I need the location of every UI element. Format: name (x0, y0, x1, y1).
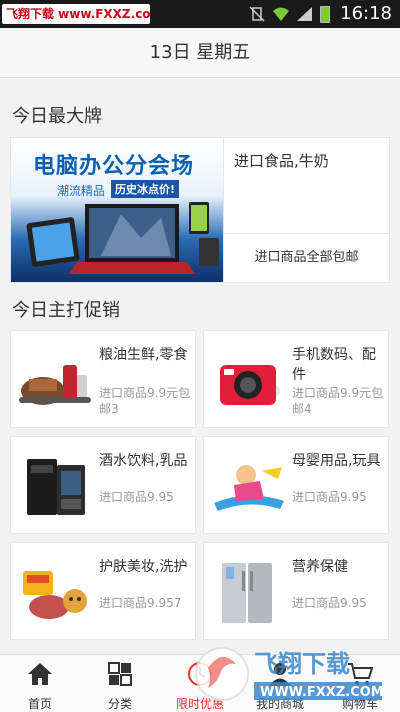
watermark-logo: 飞翔下载 WWW.FXXZ.COM (195, 647, 384, 701)
wifi-icon (273, 7, 289, 21)
brand-banner[interactable]: 电脑办公分会场 潮流精品 历史冰点价! (11, 138, 223, 282)
promo-card-subtitle: 进口商品9.9元包邮4 (292, 386, 384, 416)
vibrate-mute-icon (249, 6, 265, 22)
promo-card[interactable]: 粮油生鲜,零食 进口商品9.9元包邮3 (10, 330, 196, 428)
promo-card[interactable]: 营养保健 进口商品9.95 (203, 542, 389, 640)
home-icon (28, 663, 52, 685)
nav-item-category[interactable]: 分类 (80, 655, 160, 712)
promo-card-subtitle: 进口商品9.957 (99, 596, 182, 610)
section-title-top-brand: 今日最大牌 (12, 106, 102, 127)
nav-item-home[interactable]: 首页 (0, 655, 80, 712)
top-brand-card: 电脑办公分会场 潮流精品 历史冰点价! 进口食品,牛奶 进口商品全部包邮 (10, 137, 390, 283)
pc-tower-icon (27, 459, 85, 515)
watermark-badge: 飞翔下载 www.FXXZ.com (2, 4, 150, 24)
snack-food-icon (23, 571, 87, 619)
grid-icon (108, 662, 132, 686)
section-title-promo: 今日主打促销 (12, 300, 120, 321)
camera-icon (220, 365, 280, 405)
status-icons (248, 5, 330, 23)
promo-card[interactable]: 手机数码、配件 进口商品9.9元包邮4 (203, 330, 389, 428)
laptop-image (26, 202, 219, 274)
promo-card[interactable]: 护肤美妆,洗护 进口商品9.957 (10, 542, 196, 640)
promo-card[interactable]: 酒水饮料,乳品 进口商品9.95 (10, 436, 196, 534)
promo-card-title: 营养保健 (292, 559, 348, 575)
clock-time: 16:18 (340, 3, 392, 24)
promo-card-subtitle: 进口商品9.95 (292, 596, 367, 610)
signal-icon (297, 7, 312, 21)
kitchen-appliances-icon (19, 365, 91, 405)
promo-card-subtitle: 进口商品9.95 (99, 490, 174, 504)
promo-card-title: 母婴用品,玩具 (292, 453, 381, 469)
promo-card-title: 粮油生鲜,零食 (99, 347, 188, 363)
brand-tile-imported-food[interactable]: 进口食品,牛奶 (223, 138, 389, 234)
brand-tile-free-shipping[interactable]: 进口商品全部包邮 (223, 234, 389, 282)
battery-icon (320, 5, 330, 23)
nav-label: 首页 (27, 697, 52, 711)
svg-text:WWW.FXXZ.COM: WWW.FXXZ.COM (260, 685, 384, 700)
page-header: 13日 星期五 (0, 28, 400, 78)
promo-card-title: 护肤美妆,洗护 (99, 559, 188, 575)
promo-card-title: 手机数码、配件 (292, 347, 376, 383)
kids-toy-icon (214, 465, 284, 511)
refrigerator-icon (222, 563, 272, 623)
status-bar: 飞翔下载 www.FXXZ.com 16:18 (0, 0, 400, 28)
nav-label: 分类 (107, 697, 132, 711)
promo-card[interactable]: 母婴用品,玩具 进口商品9.95 (203, 436, 389, 534)
promo-card-subtitle: 进口商品9.9元包邮3 (99, 386, 191, 416)
svg-text:飞翔下载: 飞翔下载 (254, 650, 350, 678)
promo-card-title: 酒水饮料,乳品 (99, 453, 188, 469)
promo-card-subtitle: 进口商品9.95 (292, 490, 367, 504)
